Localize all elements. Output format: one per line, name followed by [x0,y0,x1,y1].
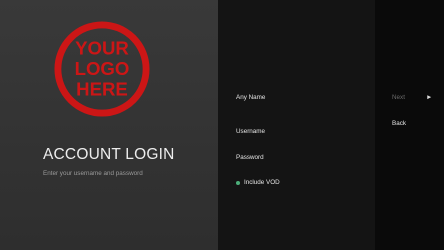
name-field[interactable]: Any Name [236,94,265,101]
back-button[interactable]: Back [392,120,406,127]
logo: YOUR LOGO HERE [54,21,150,117]
logo-line-2: LOGO [75,58,130,79]
vod-indicator-icon [236,180,240,185]
next-label: Next [392,94,405,101]
form-panel [218,0,375,250]
username-field[interactable]: Username [236,128,265,135]
include-vod-label: Include VOD [244,179,280,186]
include-vod-checkbox[interactable]: Include VOD [236,179,280,186]
page-title: ACCOUNT LOGIN [43,146,175,163]
logo-line-1: YOUR [75,37,129,58]
page-subtitle: Enter your username and password [43,170,143,177]
actions-panel [375,0,444,250]
branding-panel: YOUR LOGO HERE ACCOUNT LOGIN Enter your … [0,0,218,250]
next-button[interactable]: Next ► [392,94,432,101]
password-field[interactable]: Password [236,154,264,161]
logo-line-3: HERE [76,78,128,99]
chevron-right-icon: ► [425,94,433,101]
